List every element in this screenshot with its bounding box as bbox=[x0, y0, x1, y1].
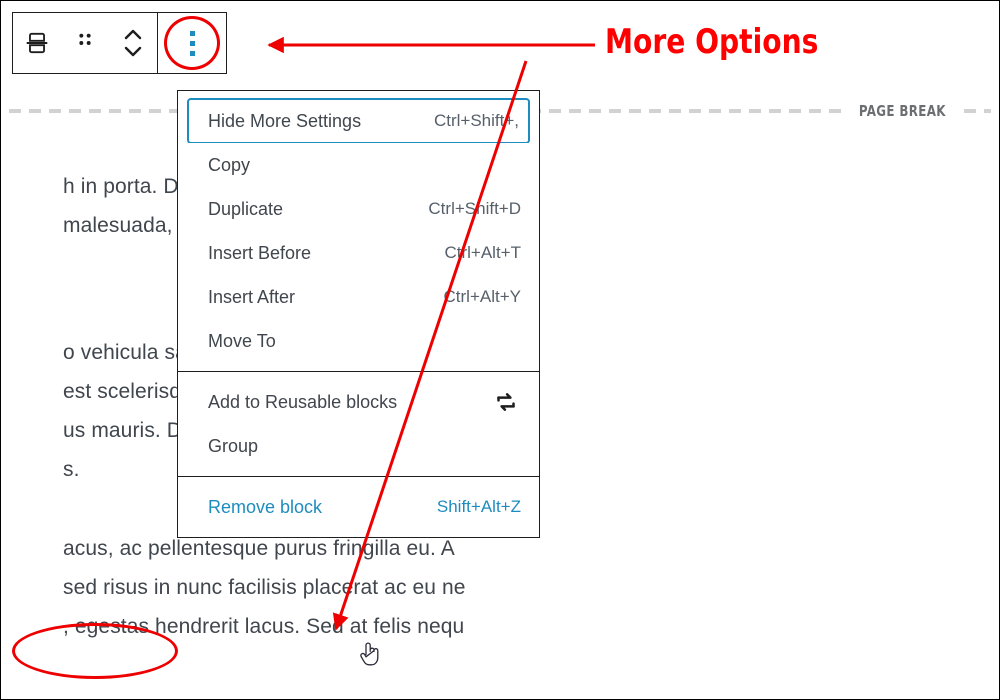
drag-handle-icon[interactable] bbox=[61, 13, 109, 73]
menu-item-shortcut: Shift+Alt+Z bbox=[436, 497, 521, 516]
menu-item-shortcut: Ctrl+Alt+Y bbox=[443, 287, 521, 306]
screenshot-frame: h in porta. Donec dictum justo vel est p… bbox=[0, 0, 1000, 700]
menu-item-duplicate[interactable]: Duplicate Ctrl+Shift+D bbox=[178, 187, 539, 231]
more-options-kebab-icon bbox=[189, 30, 195, 56]
menu-item-label: Insert Before bbox=[208, 242, 312, 263]
menu-section: Remove block Shift+Alt+Z bbox=[178, 476, 539, 537]
more-options-callout-label: More Options bbox=[605, 22, 819, 62]
menu-item-remove-block[interactable]: Remove block Shift+Alt+Z bbox=[178, 485, 539, 529]
reusable-blocks-icon bbox=[491, 387, 521, 417]
menu-item-insert-after[interactable]: Insert After Ctrl+Alt+Y bbox=[178, 275, 539, 319]
paragraph-block-3[interactable]: acus, ac pellentesque purus fringilla eu… bbox=[63, 529, 466, 646]
menu-item-insert-before[interactable]: Insert Before Ctrl+Alt+T bbox=[178, 231, 539, 275]
page-break-block-icon[interactable] bbox=[13, 13, 61, 73]
block-toolbar[interactable] bbox=[12, 12, 227, 74]
menu-item-shortcut: Ctrl+Shift+D bbox=[428, 199, 521, 218]
menu-item-label: Copy bbox=[208, 154, 251, 175]
move-up-down-icon[interactable] bbox=[109, 13, 157, 73]
menu-item-label: Group bbox=[208, 435, 259, 456]
more-options-menu[interactable]: Hide More Settings Ctrl+Shift+, Copy Duplic… bbox=[177, 90, 540, 538]
block-toolbar-left-group bbox=[13, 13, 157, 73]
mouse-cursor-pointer bbox=[360, 642, 379, 666]
menu-item-label: Hide More Settings bbox=[208, 110, 362, 131]
menu-item-hide-more-settings[interactable]: Hide More Settings Ctrl+Shift+, bbox=[187, 98, 530, 144]
menu-item-shortcut: Ctrl+Alt+T bbox=[444, 243, 521, 262]
menu-item-move-to[interactable]: Move To bbox=[178, 319, 539, 363]
menu-item-label: Move To bbox=[208, 330, 276, 351]
menu-item-label: Add to Reusable blocks bbox=[208, 391, 398, 412]
menu-item-group[interactable]: Group bbox=[178, 424, 539, 468]
menu-item-label: Duplicate bbox=[208, 198, 284, 219]
more-options-button[interactable] bbox=[158, 13, 226, 73]
menu-item-copy[interactable]: Copy bbox=[178, 143, 539, 187]
menu-item-label: Remove block bbox=[208, 496, 323, 517]
page-break-label: PAGE BREAK bbox=[858, 102, 946, 120]
menu-item-shortcut: Ctrl+Shift+, bbox=[433, 111, 519, 130]
menu-item-label: Insert After bbox=[208, 286, 296, 307]
menu-section: Hide More Settings Ctrl+Shift+, Copy Duplic… bbox=[178, 91, 539, 371]
menu-item-add-to-reusable-blocks[interactable]: Add to Reusable blocks bbox=[178, 380, 539, 424]
menu-section: Add to Reusable blocks Group bbox=[178, 371, 539, 476]
page-break-line-right bbox=[963, 109, 991, 113]
